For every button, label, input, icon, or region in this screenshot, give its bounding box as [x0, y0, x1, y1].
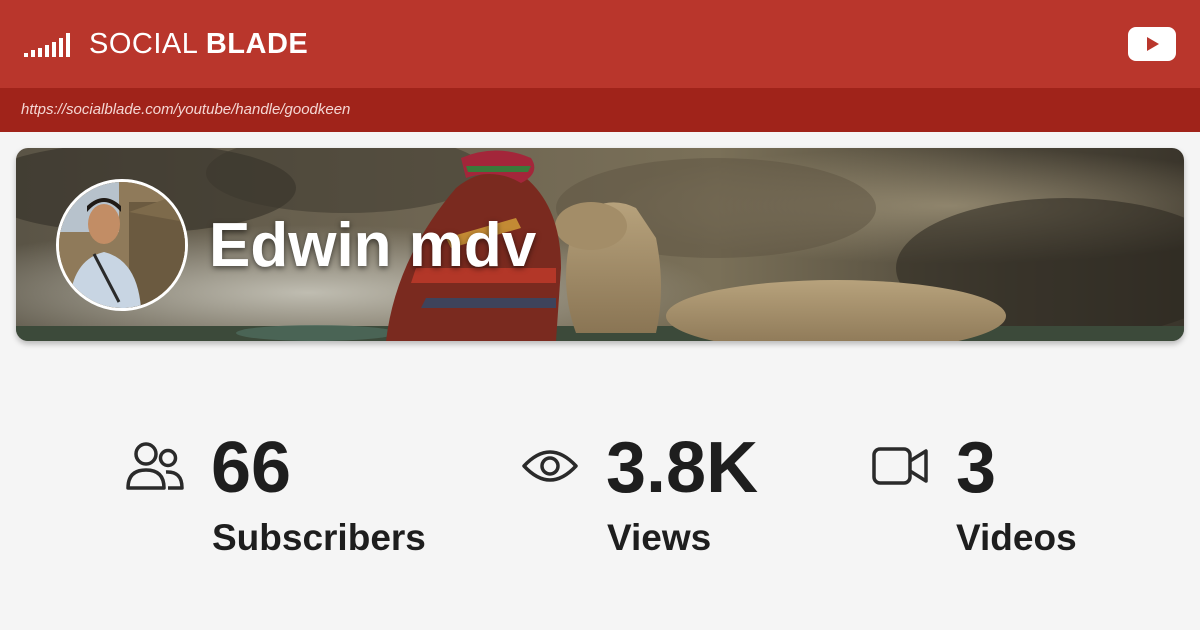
channel-name: Edwin mdv [209, 211, 537, 280]
social-blade-logo[interactable]: SOCIAL BLADE [24, 26, 308, 62]
views-label: Views [607, 517, 712, 558]
video-camera-icon [872, 447, 928, 485]
channel-avatar[interactable] [56, 179, 188, 311]
channel-banner-card: Edwin mdv [16, 148, 1184, 341]
eye-icon [522, 450, 578, 482]
channel-banner-image [16, 148, 1184, 341]
signal-bars-icon [24, 33, 70, 57]
brand-name-light: SOCIAL [89, 28, 198, 60]
videos-value: 3 [956, 428, 997, 508]
brand-name: SOCIAL BLADE [89, 26, 308, 62]
brand-name-bold: BLADE [205, 28, 309, 60]
users-icon [126, 442, 184, 490]
subscribers-label: Subscribers [212, 517, 426, 558]
channel-url[interactable]: https://socialblade.com/youtube/handle/g… [21, 100, 350, 120]
videos-label: Videos [956, 517, 1077, 558]
channel-avatar-image [59, 182, 185, 308]
header-bar: SOCIAL BLADE [0, 0, 1200, 88]
youtube-play-icon[interactable] [1128, 27, 1176, 61]
views-value: 3.8K [606, 428, 759, 508]
subscribers-value: 66 [211, 428, 292, 508]
url-bar: https://socialblade.com/youtube/handle/g… [0, 88, 1200, 132]
